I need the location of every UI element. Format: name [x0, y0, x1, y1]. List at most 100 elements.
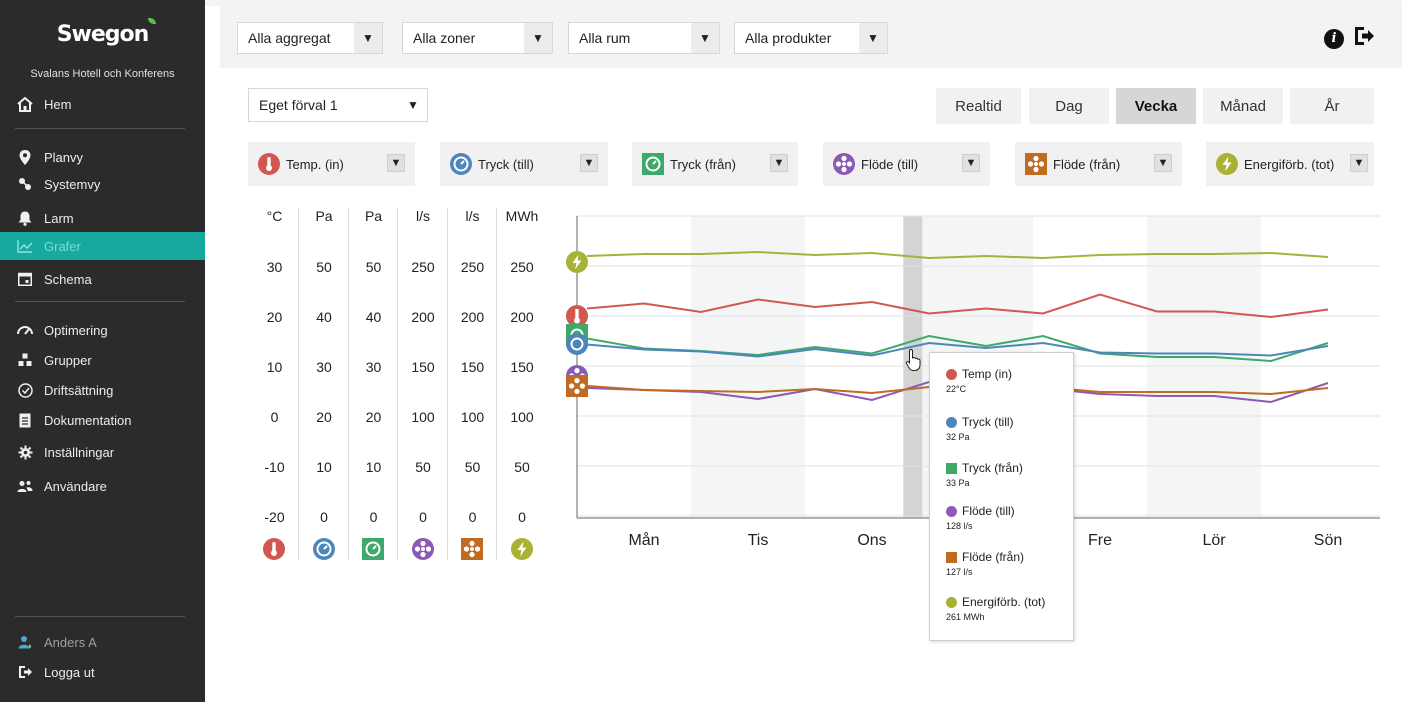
tooltip-series-value: 33 Pa: [946, 478, 970, 488]
caret-down-icon: ▼: [770, 154, 788, 172]
user-profile[interactable]: Anders A: [0, 630, 205, 654]
nav-dokumentation[interactable]: Dokumentation: [0, 408, 205, 432]
nav-schema[interactable]: Schema: [0, 267, 205, 291]
series-badge-icon: [566, 251, 588, 273]
axis-column: Pa 50 40 30 20 10 0: [300, 208, 349, 560]
x-tick-label: Ons: [857, 532, 886, 545]
series-select-pressure-supply[interactable]: Tryck (till) ▼: [440, 142, 608, 186]
series-select-pressure-extract[interactable]: Tryck (från) ▼: [632, 142, 798, 186]
range-realtid[interactable]: Realtid: [936, 88, 1021, 124]
axis-tick-label: 50: [316, 259, 332, 275]
range-manad[interactable]: Månad: [1203, 88, 1283, 124]
room-select[interactable]: Alla rum ▼: [568, 22, 720, 54]
nav-label: Användare: [44, 478, 107, 494]
day-band: [1147, 216, 1261, 518]
users-icon: [16, 480, 34, 493]
axis-column: Pa 50 40 30 20 10 0: [349, 208, 398, 560]
user-icon: [16, 635, 34, 649]
series-marker-icon: [946, 596, 957, 608]
axis-tick-label: 200: [411, 309, 435, 325]
brand-logo[interactable]: Swegon: [0, 22, 205, 47]
caret-down-icon: ▼: [524, 23, 552, 53]
axis-tick-label: 20: [266, 309, 283, 325]
home-icon: [16, 96, 34, 112]
nav-driftsattning[interactable]: Driftsättning: [0, 378, 205, 402]
series-select-energy-total[interactable]: Energiförb. (tot) ▼: [1206, 142, 1374, 186]
pressure-gauge-icon: [312, 538, 335, 560]
series-select-label: Flöde (från): [1053, 156, 1121, 172]
axis-tick-label: 0: [419, 509, 427, 525]
nav-grupper[interactable]: Grupper: [0, 348, 205, 372]
axis-tick-label: 50: [415, 459, 431, 475]
nav-optimering[interactable]: Optimering: [0, 318, 205, 342]
sidebar-divider: [15, 301, 185, 302]
series-select-temp-in[interactable]: Temp. (in) ▼: [248, 142, 415, 186]
series-marker-icon: [946, 416, 957, 428]
preset-select-value: Eget förval 1: [259, 97, 338, 113]
axis-tick-label: 0: [468, 509, 477, 525]
nav-label: Larm: [44, 210, 74, 226]
axis-tick-label: 30: [365, 359, 382, 375]
tooltip-series-name: Flöde (till): [962, 504, 1015, 518]
product-select-value: Alla produkter: [745, 30, 832, 46]
caret-down-icon: ▼: [962, 154, 980, 172]
series-badge-icon: [566, 305, 588, 327]
range-vecka[interactable]: Vecka: [1116, 88, 1196, 124]
logout-link[interactable]: Logga ut: [0, 660, 205, 684]
fan-icon: [1025, 153, 1047, 175]
axis-unit: Pa: [364, 208, 383, 224]
series-select-flow-extract[interactable]: Flöde (från) ▼: [1015, 142, 1182, 186]
nav-systemvy[interactable]: Systemvy: [0, 172, 205, 196]
chart-tooltip: Temp (in) 22°C Tryck (till) 32 Pa Tryck …: [929, 352, 1074, 641]
nav-home[interactable]: Hem: [0, 92, 205, 116]
product-select[interactable]: Alla produkter ▼: [734, 22, 888, 54]
nav-label: Driftsättning: [44, 382, 114, 398]
nav-label: Grafer: [44, 238, 81, 254]
axis-tick-label: 150: [460, 359, 485, 375]
zone-select-value: Alla zoner: [413, 30, 476, 46]
tooltip-row: Flöde (till) 128 l/s: [946, 504, 1071, 531]
axis-tick-label: 0: [270, 409, 279, 425]
sidebar-divider: [15, 616, 185, 617]
axis-tick-label: -20: [264, 509, 285, 525]
nav-anvandare[interactable]: Användare: [0, 474, 205, 498]
logout-icon: [16, 665, 34, 679]
caret-down-icon: ▼: [580, 154, 598, 172]
pin-icon: [16, 149, 34, 165]
preset-select[interactable]: Eget förval 1 ▼: [248, 88, 428, 122]
fan-icon: [461, 538, 483, 560]
series-marker-icon: [946, 462, 957, 474]
range-ar[interactable]: År: [1290, 88, 1374, 124]
nav-label: Hem: [44, 96, 72, 112]
nav-larm[interactable]: Larm: [0, 206, 205, 230]
nav-label: Planvy: [44, 149, 84, 165]
caret-down-icon: ▼: [691, 23, 719, 53]
pressure-gauge-icon: [362, 538, 384, 560]
axis-tick-label: 20: [316, 409, 332, 425]
zone-select[interactable]: Alla zoner ▼: [402, 22, 553, 54]
nav-label: Optimering: [44, 322, 108, 338]
unit-select[interactable]: Alla aggregat ▼: [237, 22, 383, 54]
nav-installningar[interactable]: Inställningar: [0, 440, 205, 464]
tooltip-series-name: Tryck (till): [962, 415, 1014, 429]
nav-label: Dokumentation: [44, 412, 132, 428]
tooltip-row: Tryck (till) 32 Pa: [946, 415, 1071, 442]
info-icon[interactable]: i: [1324, 28, 1344, 49]
axis-tick-label: 0: [518, 509, 526, 525]
day-band: [691, 216, 805, 518]
nav-planvy[interactable]: Planvy: [0, 145, 205, 169]
range-dag[interactable]: Dag: [1029, 88, 1109, 124]
series-marker-icon: [946, 551, 957, 563]
calendar-icon: [16, 272, 34, 286]
tooltip-row: Energiförb. (tot) 261 MWh: [946, 595, 1071, 622]
series-select-flow-supply[interactable]: Flöde (till) ▼: [823, 142, 990, 186]
axis-tick-label: 40: [316, 309, 332, 325]
nav-grafer[interactable]: Grafer: [0, 232, 205, 260]
axis-tick-label: 50: [365, 259, 382, 275]
pressure-gauge-icon: [642, 153, 664, 175]
tooltip-row: Flöde (från) 127 l/s: [946, 550, 1071, 577]
axis-tick-label: 150: [510, 359, 534, 375]
logout-icon[interactable]: [1354, 26, 1376, 51]
axis-tick-label: 30: [266, 259, 283, 275]
caret-down-icon: ▼: [1154, 154, 1172, 172]
